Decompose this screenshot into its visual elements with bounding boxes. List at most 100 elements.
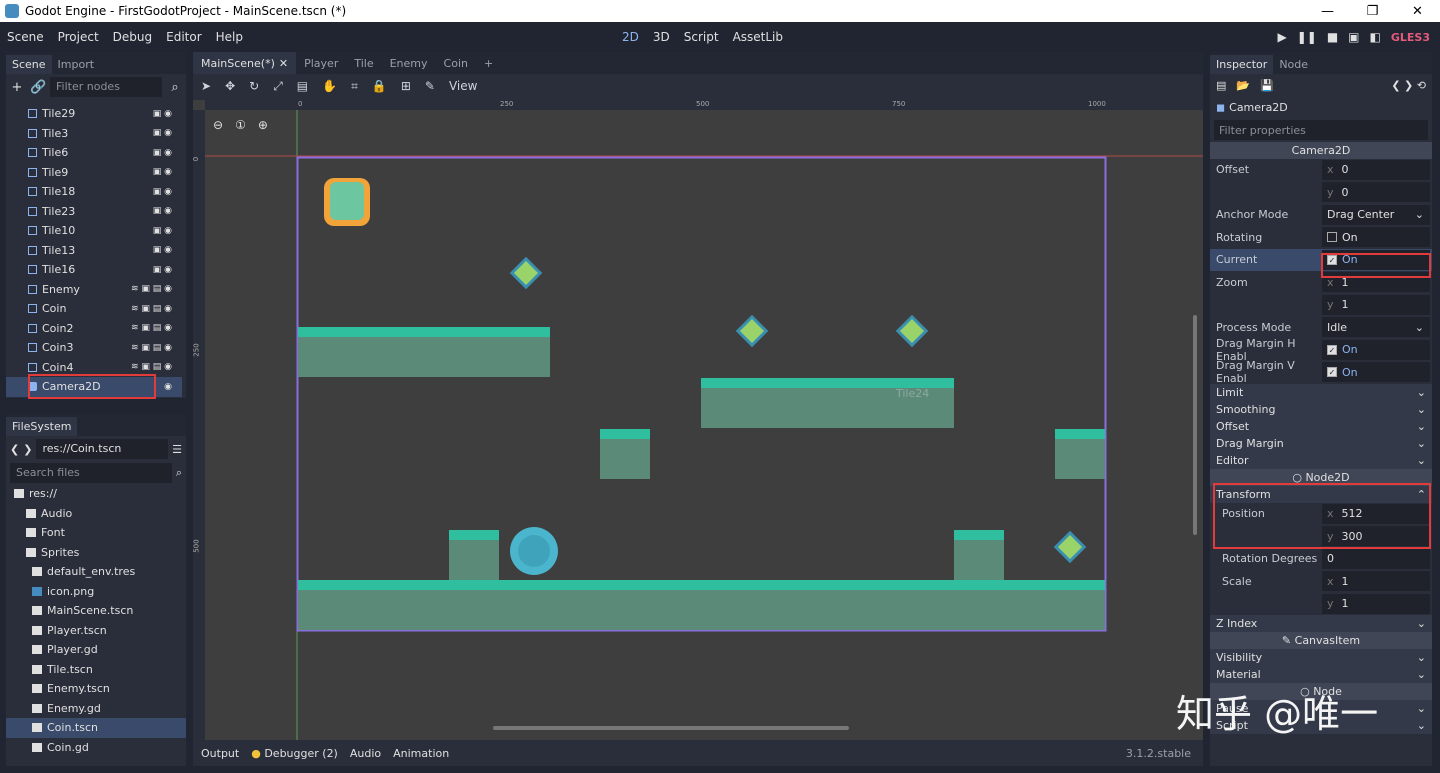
tab-debugger[interactable]: ● Debugger (2) [251,747,338,760]
file-item[interactable]: Audio [6,504,186,524]
rotating-checkbox[interactable]: On [1322,227,1430,248]
group-icon[interactable]: ⊞ [401,79,411,93]
workspace-2d[interactable]: 2D [622,30,639,44]
view-menu[interactable]: View [449,79,477,93]
stop-icon[interactable]: ■ [1327,30,1338,44]
tab-scene[interactable]: Scene [6,55,52,74]
pause-icon[interactable]: ❚❚ [1297,30,1317,44]
drag-margin-h-checkbox[interactable]: ✓ On [1322,339,1430,360]
lock-icon[interactable]: 🔒 [372,79,387,93]
tree-node[interactable]: Tile6 ▣ ◉ [6,143,182,163]
filter-properties-input[interactable]: Filter properties [1214,120,1428,141]
workspace-3d[interactable]: 3D [653,30,670,44]
menu-help[interactable]: Help [209,30,250,44]
tab-import[interactable]: Import [52,55,101,74]
tree-node[interactable]: Enemy ≋ ▣ ▤ ◉ [6,280,182,300]
group-editor[interactable]: Editor ⌄ [1210,451,1432,469]
menu-scene[interactable]: Scene [0,30,51,44]
tree-node[interactable]: Coin3 ≋ ▣ ▤ ◉ [6,338,182,358]
file-item[interactable]: Tile.tscn [6,660,186,680]
group-drag-margin[interactable]: Drag Margin ⌄ [1210,434,1432,452]
drag-margin-v-checkbox[interactable]: ✓ On [1322,362,1430,383]
tree-node[interactable]: Coin ≋ ▣ ▤ ◉ [6,299,182,319]
file-item[interactable]: Enemy.tscn [6,679,186,699]
process-mode-select[interactable]: Idle ⌄ [1322,317,1430,338]
zoom-y[interactable]: y1 [1322,294,1430,315]
file-item[interactable]: Font [6,523,186,543]
group-smoothing[interactable]: Smoothing ⌄ [1210,400,1432,418]
tree-node[interactable]: Coin2 ≋ ▣ ▤ ◉ [6,319,182,339]
renderer-badge[interactable]: GLES3 [1391,31,1430,44]
tree-node[interactable]: Tile9 ▣ ◉ [6,163,182,183]
history-icon[interactable]: ❮ ❯ ⟲ [1391,79,1426,92]
tree-node[interactable]: Tile16 ▣ ◉ [6,260,182,280]
tree-node[interactable]: Tile13 ▣ ◉ [6,241,182,261]
tree-node[interactable]: Tile10 ▣ ◉ [6,221,182,241]
scale-y[interactable]: y1 [1322,593,1430,614]
search-files-input[interactable]: Search files [10,463,172,483]
tab-animation[interactable]: Animation [393,747,449,760]
scene-tab-tile[interactable]: Tile [346,52,381,74]
file-item[interactable]: default_env.tres [6,562,186,582]
play-scene-icon[interactable]: ▣ [1348,30,1359,44]
save-icon[interactable]: 💾 [1260,79,1274,92]
list-tool-icon[interactable]: ▤ [297,79,308,93]
scene-tab-coin[interactable]: Coin [436,52,476,74]
rotate-tool-icon[interactable]: ↻ [249,79,259,93]
scene-tab-player[interactable]: Player [296,52,346,74]
filter-nodes-input[interactable]: Filter nodes [50,77,162,97]
add-scene-tab-button[interactable]: + [476,52,501,74]
group-offset[interactable]: Offset ⌄ [1210,417,1432,435]
layout-toggle-icon[interactable]: ☰ [172,443,182,456]
snap-icon[interactable]: ⌗ [351,79,358,94]
minimize-button[interactable]: — [1305,0,1350,22]
menu-project[interactable]: Project [51,30,106,44]
tab-filesystem[interactable]: FileSystem [6,417,78,436]
anchor-mode-select[interactable]: Drag Center ⌄ [1322,204,1430,225]
menu-editor[interactable]: Editor [159,30,209,44]
new-resource-icon[interactable]: ▤ [1216,79,1226,92]
tree-node[interactable]: Tile29 ▣ ◉ [6,104,182,124]
file-item[interactable]: Player.tscn [6,621,186,641]
group-visibility[interactable]: Visibility ⌄ [1210,649,1432,666]
file-item[interactable]: Coin.tscn [6,718,186,738]
maximize-button[interactable]: ❐ [1350,0,1395,22]
offset-x[interactable]: x0 [1322,159,1430,180]
tree-node[interactable]: Tile18 ▣ ◉ [6,182,182,202]
tab-audio[interactable]: Audio [350,747,381,760]
group-z-index[interactable]: Z Index ⌄ [1210,615,1432,632]
pan-tool-icon[interactable]: ✋ [322,79,337,93]
tab-inspector[interactable]: Inspector [1210,55,1274,74]
tab-output[interactable]: Output [201,747,239,760]
offset-y[interactable]: y0 [1322,182,1430,203]
scene-canvas[interactable]: 0 250 500 750 1000 0 250 500 ⊖ ① ⊕ Tile2… [193,100,1203,740]
play-custom-icon[interactable]: ◧ [1370,30,1381,44]
file-item[interactable]: res:// [6,484,186,504]
menu-debug[interactable]: Debug [106,30,159,44]
workspace-assetlib[interactable]: AssetLib [733,30,783,44]
forward-icon[interactable]: ❯ [23,443,32,456]
move-tool-icon[interactable]: ✥ [225,79,235,93]
scene-tab-enemy[interactable]: Enemy [382,52,436,74]
tree-node[interactable]: Tile3 ▣ ◉ [6,124,182,144]
back-icon[interactable]: ❮ [10,443,19,456]
group-material[interactable]: Material ⌄ [1210,666,1432,683]
bone-icon[interactable]: ✎ [425,79,435,93]
tab-node[interactable]: Node [1273,55,1314,74]
file-item[interactable]: Enemy.gd [6,699,186,719]
file-item[interactable]: MainScene.tscn [6,601,186,621]
file-item[interactable]: icon.png [6,582,186,602]
add-node-icon[interactable]: + [10,80,24,95]
play-icon[interactable]: ▶ [1277,30,1286,44]
workspace-script[interactable]: Script [684,30,719,44]
close-button[interactable]: ✕ [1395,0,1440,22]
scale-x[interactable]: x1 [1322,571,1430,592]
group-limit[interactable]: Limit ⌄ [1210,383,1432,401]
path-field[interactable]: res://Coin.tscn [36,439,169,459]
open-icon[interactable]: 📂 [1236,79,1250,92]
scale-tool-icon[interactable]: ⤢ [273,79,283,94]
file-item[interactable]: Coin.gd [6,738,186,758]
file-item[interactable]: Player.gd [6,640,186,660]
link-icon[interactable]: 🔗 [30,80,46,95]
tree-node[interactable]: Tile23 ▣ ◉ [6,202,182,222]
